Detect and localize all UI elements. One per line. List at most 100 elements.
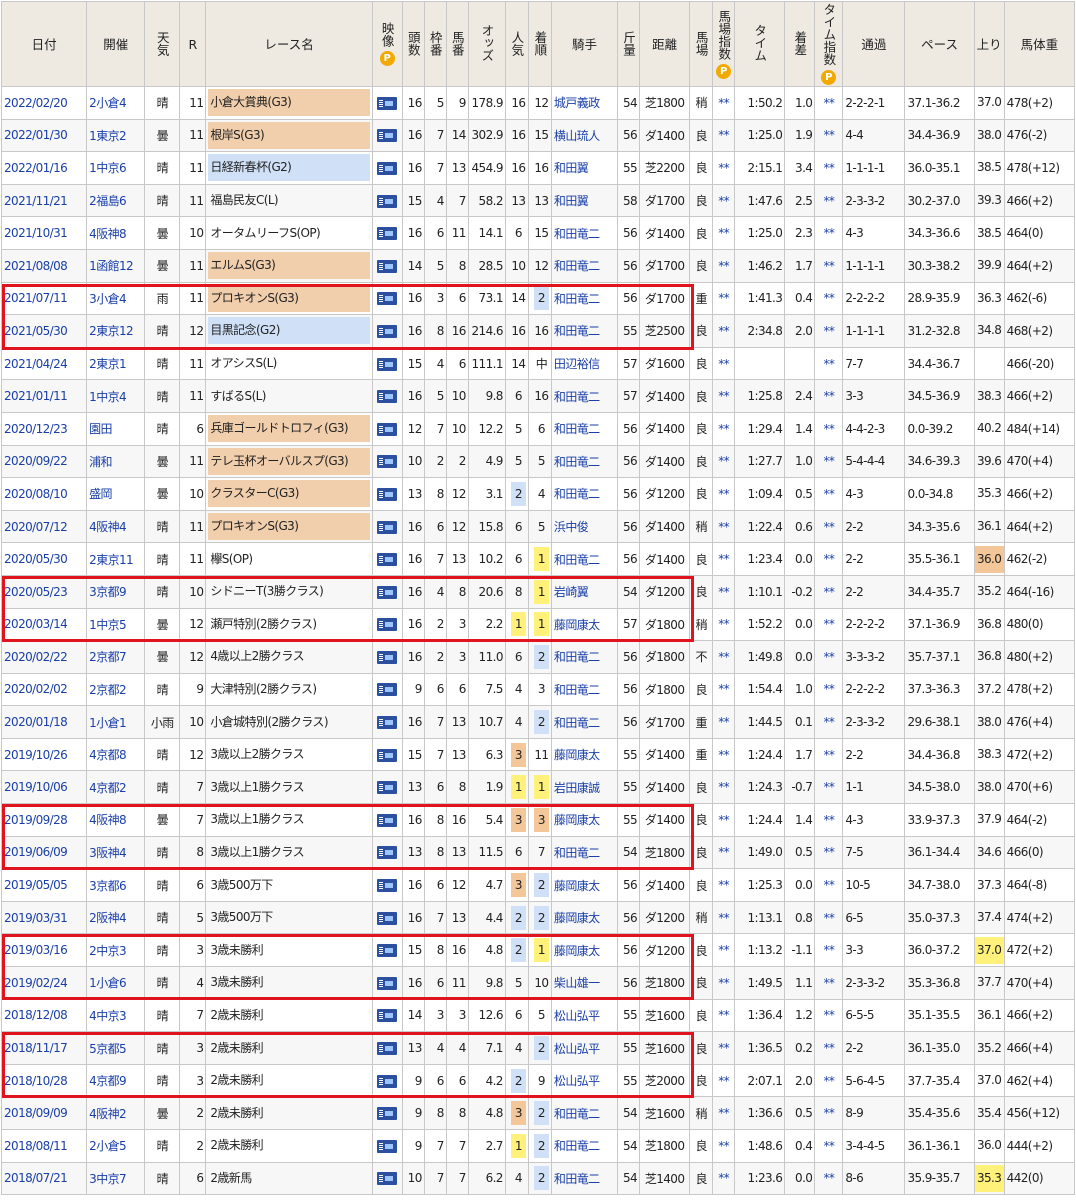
- jockey-link[interactable]: 藤岡康太: [550, 737, 619, 772]
- col-jockey[interactable]: 騎手: [550, 1, 619, 87]
- venue-link[interactable]: 1中京6: [86, 151, 146, 185]
- col-body-weight[interactable]: 馬体重: [1003, 1, 1076, 87]
- time-index-cell[interactable]: **: [814, 900, 844, 935]
- race-name-link[interactable]: 根岸S(G3): [208, 121, 370, 149]
- video-icon[interactable]: [377, 520, 398, 534]
- race-date-link[interactable]: 2022/02/20: [0, 86, 88, 120]
- col-round[interactable]: R: [179, 1, 207, 87]
- col-race-name[interactable]: レース名: [205, 1, 373, 87]
- video-icon[interactable]: [377, 1042, 398, 1056]
- race-date-link[interactable]: 2018/09/09: [0, 1096, 88, 1130]
- track-index-cell[interactable]: **: [712, 1161, 736, 1196]
- track-index-cell[interactable]: **: [712, 216, 736, 250]
- race-date-link[interactable]: 2020/09/22: [0, 444, 88, 479]
- jockey-link[interactable]: 和田竜二: [550, 248, 619, 283]
- track-index-cell[interactable]: **: [712, 248, 736, 283]
- track-index-cell[interactable]: **: [712, 770, 736, 805]
- video-icon[interactable]: [377, 1107, 398, 1121]
- col-last3f[interactable]: 上り: [973, 1, 1005, 87]
- track-index-cell[interactable]: **: [712, 574, 736, 609]
- jockey-link[interactable]: 田辺裕信: [550, 346, 619, 381]
- video-icon[interactable]: [377, 650, 398, 664]
- venue-link[interactable]: 4阪神8: [86, 803, 146, 837]
- race-name-link[interactable]: 日経新春杯(G2): [208, 154, 370, 182]
- track-index-cell[interactable]: **: [712, 118, 736, 153]
- venue-link[interactable]: 2小倉4: [86, 86, 146, 120]
- time-index-cell[interactable]: **: [814, 705, 844, 739]
- race-date-link[interactable]: 2020/02/02: [0, 672, 88, 707]
- track-index-cell[interactable]: **: [712, 1096, 736, 1130]
- jockey-link[interactable]: 藤岡康太: [550, 607, 619, 642]
- race-date-link[interactable]: 2018/08/11: [0, 1129, 88, 1163]
- race-name-link[interactable]: シドニーT(3勝クラス): [208, 578, 369, 605]
- video-icon[interactable]: [377, 487, 398, 501]
- time-index-cell[interactable]: **: [814, 281, 844, 316]
- race-date-link[interactable]: 2018/12/08: [0, 998, 88, 1033]
- col-distance[interactable]: 距離: [639, 1, 691, 87]
- race-date-link[interactable]: 2020/05/23: [0, 574, 88, 609]
- col-odds[interactable]: オッズ: [467, 1, 506, 87]
- race-date-link[interactable]: 2020/03/14: [0, 607, 88, 642]
- time-index-cell[interactable]: **: [814, 1129, 844, 1163]
- time-index-cell[interactable]: **: [814, 379, 844, 413]
- jockey-link[interactable]: 藤岡康太: [550, 900, 619, 935]
- video-icon[interactable]: [377, 553, 398, 567]
- race-date-link[interactable]: 2018/10/28: [0, 1063, 88, 1098]
- time-index-cell[interactable]: **: [814, 770, 844, 805]
- race-date-link[interactable]: 2022/01/16: [0, 151, 88, 185]
- col-time[interactable]: タイム: [734, 1, 786, 87]
- race-name-link[interactable]: エルムS(G3): [208, 252, 370, 280]
- video-icon[interactable]: [377, 259, 398, 273]
- jockey-link[interactable]: 岩田康誠: [550, 770, 619, 805]
- jockey-link[interactable]: 横山琉人: [550, 118, 619, 153]
- track-index-cell[interactable]: **: [712, 542, 736, 576]
- race-date-link[interactable]: 2018/07/21: [0, 1161, 88, 1196]
- track-index-cell[interactable]: **: [712, 672, 736, 707]
- race-date-link[interactable]: 2022/01/30: [0, 118, 88, 153]
- venue-link[interactable]: 3小倉4: [86, 281, 146, 316]
- track-index-cell[interactable]: **: [712, 281, 736, 316]
- track-index-cell[interactable]: **: [712, 705, 736, 739]
- jockey-link[interactable]: 岩崎翼: [550, 574, 619, 609]
- col-pace[interactable]: ペース: [904, 1, 975, 87]
- track-index-cell[interactable]: **: [712, 868, 736, 902]
- jockey-link[interactable]: 和田翼: [550, 151, 619, 185]
- video-icon[interactable]: [377, 585, 398, 599]
- race-name-link[interactable]: 瀬戸特別(2勝クラス): [208, 611, 369, 638]
- venue-link[interactable]: 1中京4: [86, 379, 146, 413]
- jockey-link[interactable]: 柴山雄一: [550, 966, 619, 1000]
- track-index-cell[interactable]: **: [712, 1031, 736, 1065]
- jockey-link[interactable]: 和田竜二: [550, 281, 619, 316]
- venue-link[interactable]: 2小倉5: [86, 1129, 146, 1163]
- jockey-link[interactable]: 和田竜二: [550, 705, 619, 739]
- venue-link[interactable]: 盛岡: [86, 477, 146, 511]
- jockey-link[interactable]: 藤岡康太: [550, 803, 619, 837]
- video-icon[interactable]: [377, 976, 398, 990]
- race-date-link[interactable]: 2020/02/22: [0, 640, 88, 674]
- race-name-link[interactable]: すばるS(L): [208, 383, 369, 410]
- video-icon[interactable]: [377, 944, 398, 958]
- track-index-cell[interactable]: **: [712, 183, 736, 218]
- race-date-link[interactable]: 2019/10/26: [0, 737, 88, 772]
- venue-link[interactable]: 4中京3: [86, 998, 146, 1033]
- race-name-link[interactable]: 3歳500万下: [208, 904, 369, 931]
- venue-link[interactable]: 2京都7: [86, 640, 146, 674]
- jockey-link[interactable]: 和田竜二: [550, 672, 619, 707]
- track-index-cell[interactable]: **: [712, 151, 736, 185]
- track-index-cell[interactable]: **: [712, 1129, 736, 1163]
- venue-link[interactable]: 2東京1: [86, 346, 146, 381]
- venue-link[interactable]: 4阪神4: [86, 509, 146, 544]
- time-index-cell[interactable]: **: [814, 411, 844, 446]
- venue-link[interactable]: 2京都2: [86, 672, 146, 707]
- track-index-cell[interactable]: **: [712, 737, 736, 772]
- track-index-cell[interactable]: **: [712, 933, 736, 968]
- jockey-link[interactable]: 和田竜二: [550, 1161, 619, 1196]
- venue-link[interactable]: 3阪神4: [86, 835, 146, 870]
- race-name-link[interactable]: 2歳未勝利: [208, 1100, 369, 1127]
- race-name-link[interactable]: 2歳未勝利: [208, 1067, 369, 1094]
- jockey-link[interactable]: 和田竜二: [550, 1129, 619, 1163]
- venue-link[interactable]: 園田: [86, 411, 146, 446]
- venue-link[interactable]: 2阪神4: [86, 900, 146, 935]
- race-name-link[interactable]: プロキオンS(G3): [208, 284, 370, 312]
- race-date-link[interactable]: 2019/02/24: [0, 966, 88, 1000]
